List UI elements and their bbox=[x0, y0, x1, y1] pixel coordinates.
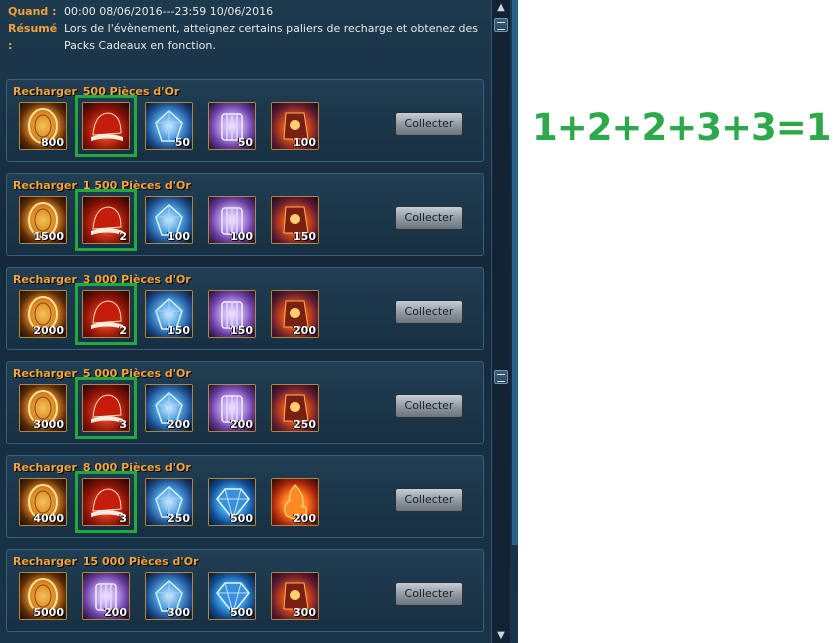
helmet-highlight-box bbox=[75, 377, 137, 439]
reward-item[interactable]: 100 bbox=[208, 196, 256, 244]
reward-tier: Recharger 8 000 Pièces d'Or 4000 3 250 500 200… bbox=[6, 455, 484, 538]
tier-prefix: Recharger bbox=[13, 555, 77, 568]
when-value: 00:00 08/06/2016---23:59 10/06/2016 bbox=[64, 5, 274, 18]
reward-item[interactable]: 3000 bbox=[19, 384, 67, 432]
item-quantity: 50 bbox=[237, 136, 253, 149]
reward-item[interactable]: 500 bbox=[208, 572, 256, 620]
item-quantity: 150 bbox=[293, 230, 316, 243]
annotation-equation: 1+2+2+3+3=11 bbox=[532, 106, 833, 149]
item-quantity: 1500 bbox=[33, 230, 64, 243]
reward-item[interactable]: 50 bbox=[145, 102, 193, 150]
reward-item[interactable]: 200 bbox=[208, 384, 256, 432]
tier-prefix: Recharger bbox=[13, 85, 77, 98]
item-quantity: 200 bbox=[167, 418, 190, 431]
tier-prefix: Recharger bbox=[13, 273, 77, 286]
reward-item[interactable]: 150 bbox=[271, 196, 319, 244]
tier-prefix: Recharger bbox=[13, 179, 77, 192]
scroll-thumb-top[interactable] bbox=[494, 18, 508, 32]
item-quantity: 250 bbox=[293, 418, 316, 431]
summary-label: Résumé : bbox=[8, 22, 58, 52]
when-label: Quand : bbox=[8, 5, 57, 18]
scroll-down-icon[interactable]: ▼ bbox=[495, 631, 507, 641]
reward-item[interactable]: 2000 bbox=[19, 290, 67, 338]
reward-tier: Recharger 1 500 Pièces d'Or 1500 2 100 100 150… bbox=[6, 173, 484, 256]
tier-prefix: Recharger bbox=[13, 367, 77, 380]
scroll-thumb[interactable] bbox=[494, 370, 508, 384]
tier-title: Recharger 15 000 Pièces d'Or bbox=[13, 555, 199, 568]
item-quantity: 500 bbox=[230, 606, 253, 619]
reward-item[interactable]: 100 bbox=[271, 102, 319, 150]
reward-item[interactable]: 250 bbox=[271, 384, 319, 432]
scrollbar[interactable]: ▲ ▼ bbox=[491, 0, 510, 643]
tier-amount: 15 000 Pièces d'Or bbox=[82, 555, 199, 568]
reward-item[interactable]: 200 bbox=[82, 572, 130, 620]
item-quantity: 100 bbox=[293, 136, 316, 149]
item-quantity: 200 bbox=[230, 418, 253, 431]
reward-item[interactable]: 4000 bbox=[19, 478, 67, 526]
item-quantity: 200 bbox=[104, 606, 127, 619]
reward-tier: Recharger 15 000 Pièces d'Or 5000 200 300 500… bbox=[6, 549, 484, 632]
item-quantity: 250 bbox=[167, 512, 190, 525]
event-info: Quand : 00:00 08/06/2016---23:59 10/06/2… bbox=[8, 3, 486, 54]
item-quantity: 150 bbox=[230, 324, 253, 337]
reward-item[interactable]: 500 bbox=[208, 478, 256, 526]
reward-item[interactable]: 100 bbox=[145, 196, 193, 244]
reward-item[interactable]: 150 bbox=[208, 290, 256, 338]
collect-button[interactable]: Collecter bbox=[395, 582, 463, 606]
reward-item[interactable]: 200 bbox=[271, 290, 319, 338]
tier-prefix: Recharger bbox=[13, 461, 77, 474]
reward-tier: Recharger 500 Pièces d'Or 800 50 50 100 Collec… bbox=[6, 79, 484, 162]
item-quantity: 200 bbox=[293, 324, 316, 337]
collect-button[interactable]: Collecter bbox=[395, 300, 463, 324]
item-quantity: 300 bbox=[167, 606, 190, 619]
item-quantity: 50 bbox=[174, 136, 190, 149]
item-quantity: 500 bbox=[230, 512, 253, 525]
item-quantity: 800 bbox=[41, 136, 64, 149]
reward-item[interactable]: 150 bbox=[145, 290, 193, 338]
item-quantity: 300 bbox=[293, 606, 316, 619]
scroll-up-icon[interactable]: ▲ bbox=[495, 3, 507, 13]
reward-item[interactable]: 800 bbox=[19, 102, 67, 150]
panel-edge bbox=[512, 0, 518, 545]
reward-item[interactable]: 1500 bbox=[19, 196, 67, 244]
reward-item[interactable]: 200 bbox=[145, 384, 193, 432]
reward-item[interactable]: 300 bbox=[145, 572, 193, 620]
helmet-highlight-box bbox=[75, 283, 137, 345]
helmet-highlight-box bbox=[75, 471, 137, 533]
item-quantity: 150 bbox=[167, 324, 190, 337]
reward-item[interactable]: 300 bbox=[271, 572, 319, 620]
reward-item[interactable]: 200 bbox=[271, 478, 319, 526]
reward-item[interactable]: 250 bbox=[145, 478, 193, 526]
reward-item[interactable]: 50 bbox=[208, 102, 256, 150]
item-quantity: 3000 bbox=[33, 418, 64, 431]
collect-button[interactable]: Collecter bbox=[395, 394, 463, 418]
item-quantity: 4000 bbox=[33, 512, 64, 525]
reward-item[interactable]: 5000 bbox=[19, 572, 67, 620]
summary-value: Lors de l'évènement, atteignez certains … bbox=[64, 22, 478, 52]
collect-button[interactable]: Collecter bbox=[395, 206, 463, 230]
item-quantity: 2000 bbox=[33, 324, 64, 337]
item-quantity: 100 bbox=[230, 230, 253, 243]
reward-tier: Recharger 3 000 Pièces d'Or 2000 2 150 150 200… bbox=[6, 267, 484, 350]
recharge-event-panel: Quand : 00:00 08/06/2016---23:59 10/06/2… bbox=[0, 0, 518, 643]
item-quantity: 5000 bbox=[33, 606, 64, 619]
collect-button[interactable]: Collecter bbox=[395, 112, 463, 136]
collect-button[interactable]: Collecter bbox=[395, 488, 463, 512]
item-quantity: 200 bbox=[293, 512, 316, 525]
item-quantity: 100 bbox=[167, 230, 190, 243]
helmet-highlight-box bbox=[75, 189, 137, 251]
helmet-highlight-box bbox=[75, 95, 137, 157]
reward-tier: Recharger 5 000 Pièces d'Or 3000 3 200 200 250… bbox=[6, 361, 484, 444]
